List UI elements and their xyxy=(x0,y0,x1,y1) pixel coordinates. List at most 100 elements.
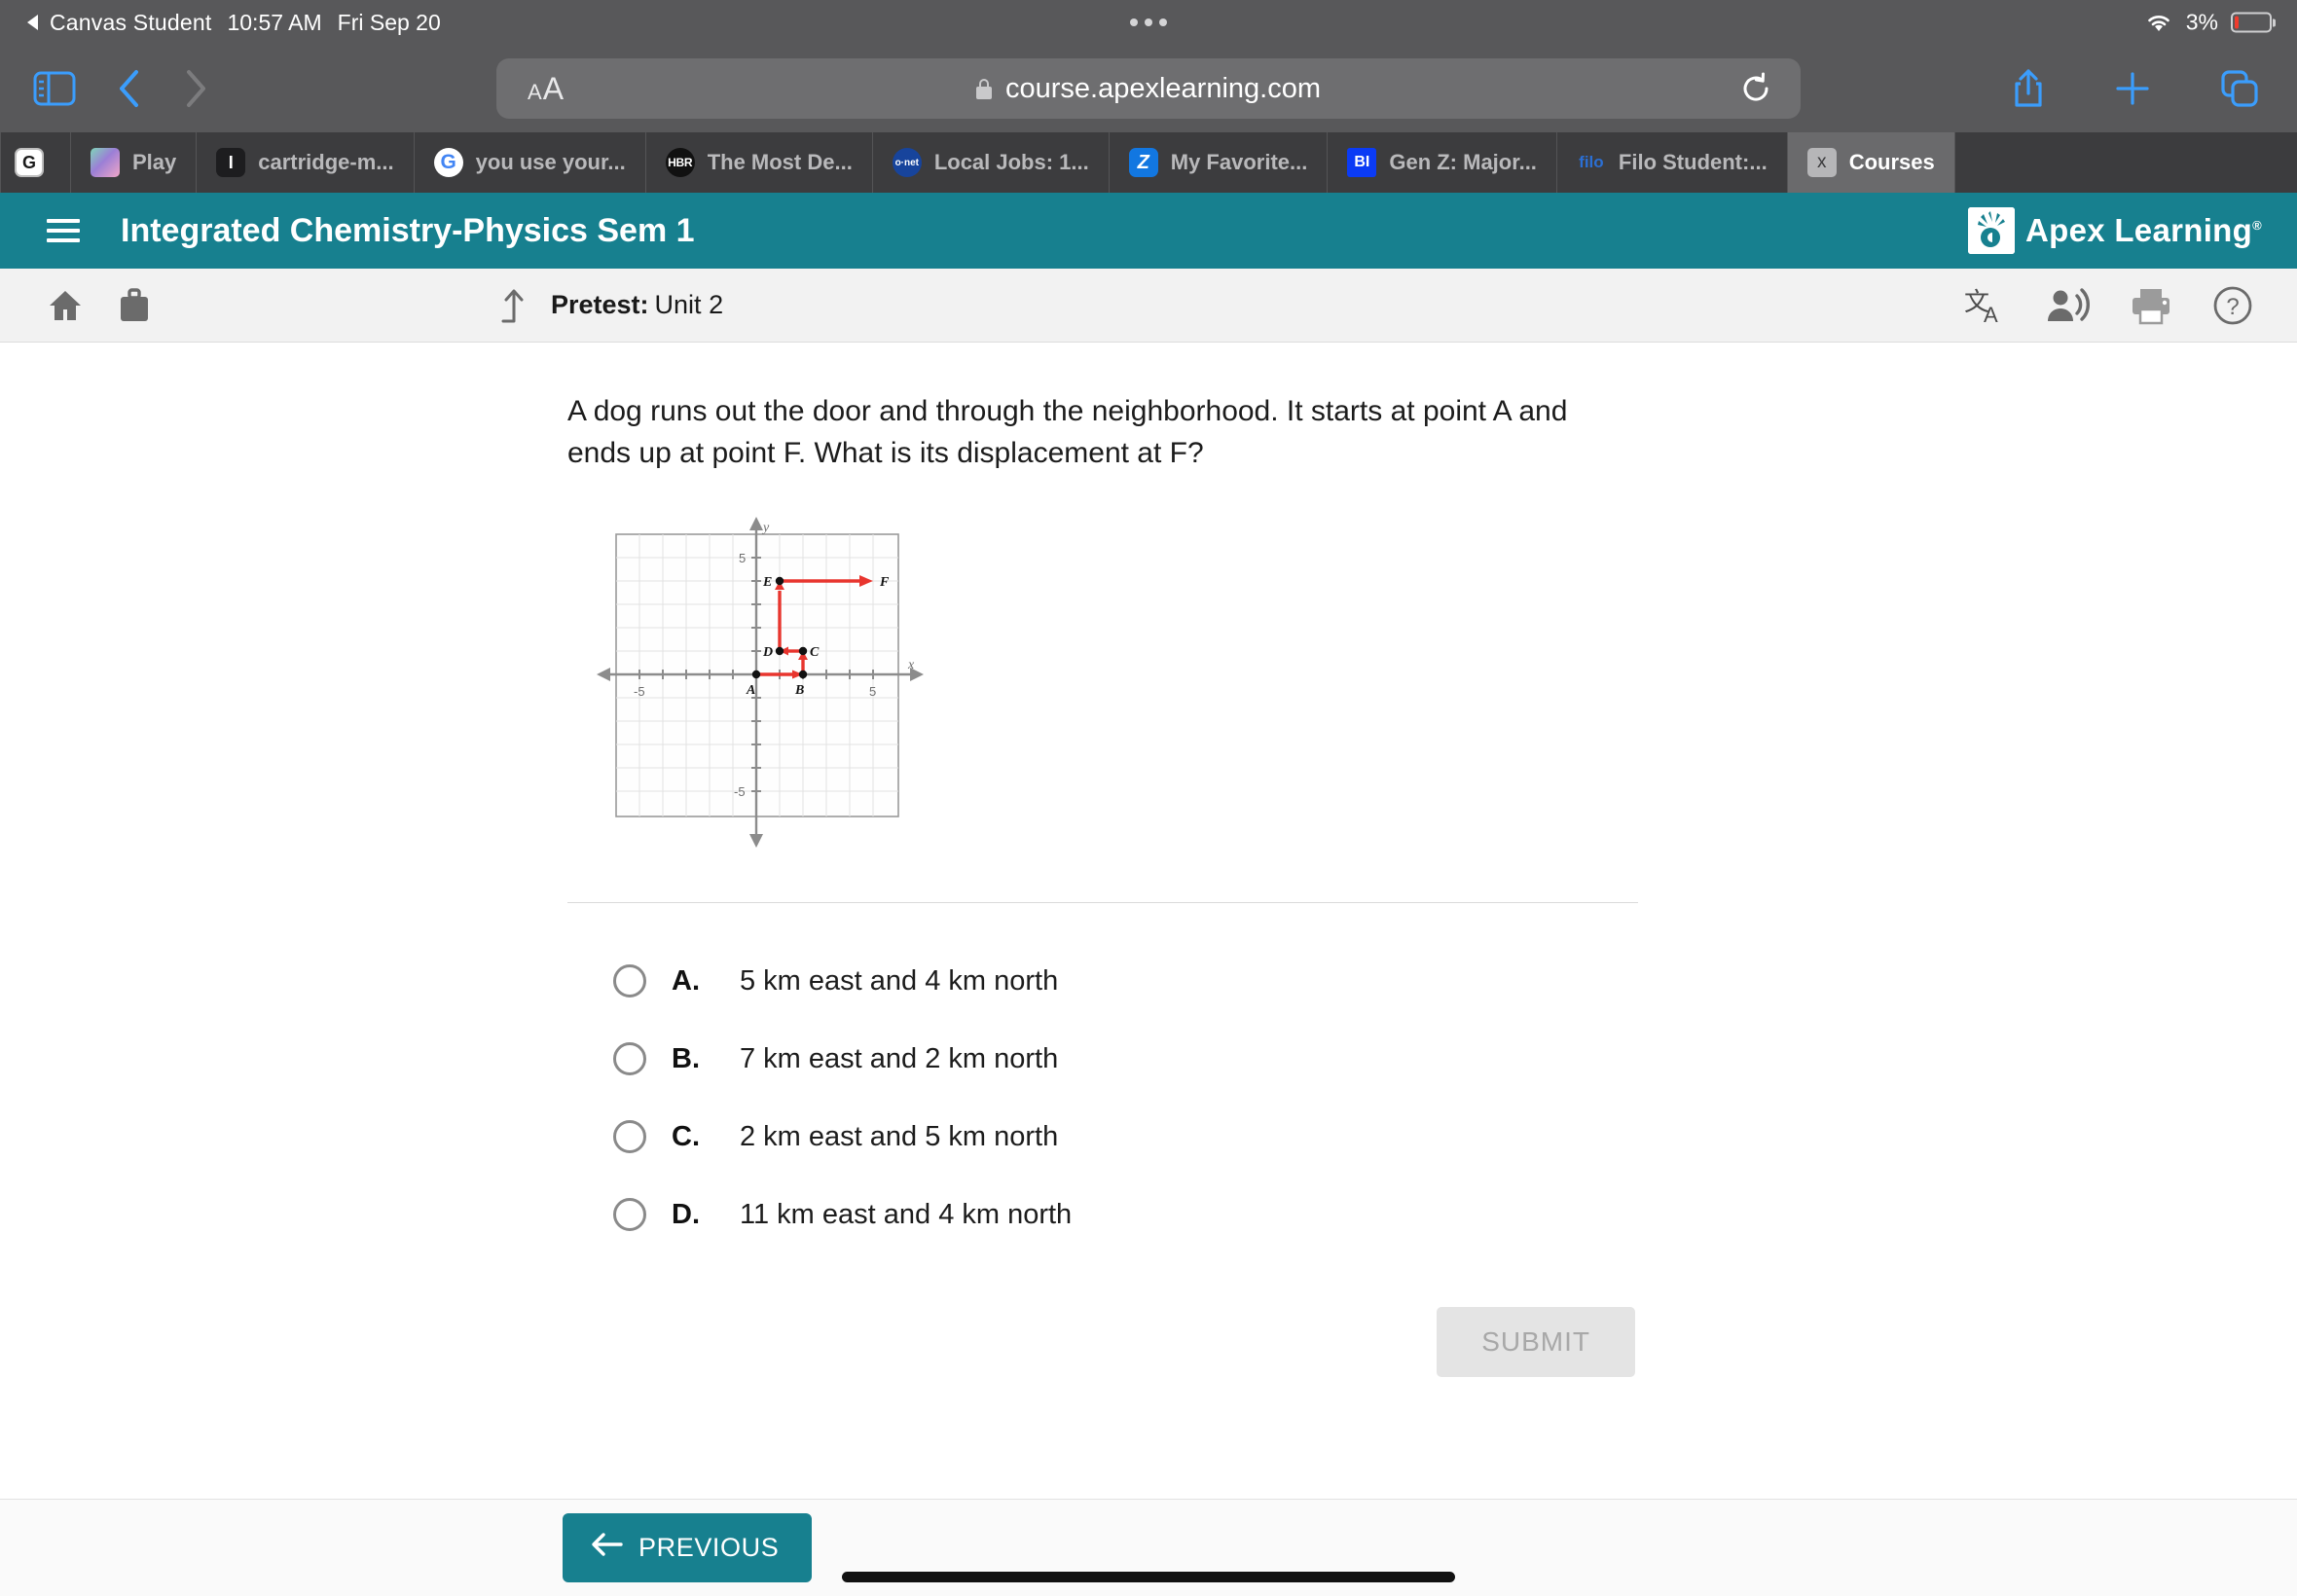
lock-icon xyxy=(975,78,992,99)
browser-tab[interactable]: BI Gen Z: Major... xyxy=(1328,132,1557,193)
choice-text: 2 km east and 5 km north xyxy=(740,1120,1059,1152)
radio-button-b[interactable] xyxy=(613,1042,646,1076)
y-tick-label-5: 5 xyxy=(739,551,746,565)
radio-button-c[interactable] xyxy=(613,1120,646,1154)
answer-choices: A. 5 km east and 4 km north B. 7 km east… xyxy=(613,942,2297,1253)
wifi-icon xyxy=(2147,16,2169,31)
answer-choice-d[interactable]: D. 11 km east and 4 km north xyxy=(613,1176,2297,1253)
google-favicon: G xyxy=(433,148,463,177)
close-tab-icon[interactable]: x xyxy=(1806,148,1837,177)
navigation-footer: PREVIOUS xyxy=(0,1499,2297,1596)
back-to-app-label[interactable]: Canvas Student xyxy=(50,10,211,36)
submit-button[interactable]: SUBMIT xyxy=(1437,1307,1635,1378)
plus-icon[interactable] xyxy=(2114,70,2151,107)
point-label-B: B xyxy=(794,683,804,698)
url-text[interactable]: course.apexlearning.com xyxy=(1005,73,1321,105)
text-size-button[interactable]: AA xyxy=(528,71,564,107)
answer-choice-a[interactable]: A. 5 km east and 4 km north xyxy=(613,942,2297,1020)
browser-tab[interactable]: o·net Local Jobs: 1... xyxy=(873,132,1110,193)
browser-tab[interactable]: G xyxy=(0,132,71,193)
share-icon[interactable] xyxy=(2011,67,2046,110)
activity-toolbar: Pretest: Unit 2 文 A ? xyxy=(0,269,2297,343)
section-divider xyxy=(567,902,1638,904)
choice-letter: D. xyxy=(672,1198,700,1230)
question-text: A dog runs out the door and through the … xyxy=(567,395,1568,469)
status-bar-right: 3% xyxy=(2144,10,2272,36)
status-bar-date: Fri Sep 20 xyxy=(337,9,441,35)
browser-tab[interactable]: G you use your... xyxy=(415,132,646,193)
browser-toolbar: AA course.apexlearning.com xyxy=(0,45,2297,132)
sidebar-toggle-icon[interactable] xyxy=(33,71,76,106)
previous-button[interactable]: PREVIOUS xyxy=(563,1513,813,1582)
ios-status-bar: Canvas Student 10:57 AM Fri Sep 20 3% xyxy=(0,0,2297,45)
grammarly-favicon: G xyxy=(15,148,44,177)
answer-choice-b[interactable]: B. 7 km east and 2 km north xyxy=(613,1020,2297,1098)
svg-text:?: ? xyxy=(2226,294,2239,320)
activity-type-label: Pretest: xyxy=(551,290,649,319)
choice-text: 11 km east and 4 km north xyxy=(740,1198,1073,1230)
y-tick-label-neg5: -5 xyxy=(734,784,746,799)
play-favicon xyxy=(91,148,120,177)
help-icon[interactable]: ? xyxy=(2211,284,2254,327)
brand-name: Apex Learning xyxy=(2024,212,2253,248)
point-label-F: F xyxy=(879,575,890,590)
home-indicator xyxy=(842,1572,1455,1582)
tab-strip: G Play I cartridge-m... G you use your..… xyxy=(0,132,2297,193)
home-icon[interactable] xyxy=(47,288,84,323)
onet-favicon: o·net xyxy=(892,148,922,177)
read-aloud-icon[interactable] xyxy=(2046,286,2091,325)
status-bar-left: Canvas Student 10:57 AM Fri Sep 20 xyxy=(0,10,441,36)
briefcase-icon[interactable] xyxy=(117,287,152,324)
browser-tab[interactable]: Z My Favorite... xyxy=(1110,132,1329,193)
apex-learning-logo: Apex Learning® xyxy=(1967,207,2262,254)
back-to-app-triangle-icon[interactable] xyxy=(27,15,38,30)
point-label-E: E xyxy=(762,575,772,590)
point-C xyxy=(798,646,808,656)
choice-letter: C. xyxy=(672,1120,700,1152)
course-title: Integrated Chemistry-Physics Sem 1 xyxy=(121,211,695,249)
print-icon[interactable] xyxy=(2130,286,2172,325)
browser-tab[interactable]: Play xyxy=(71,132,198,193)
point-label-A: A xyxy=(746,683,755,698)
browser-tab[interactable]: I cartridge-m... xyxy=(197,132,415,193)
filo-favicon: filo xyxy=(1579,153,1604,171)
level-up-arrow-icon[interactable] xyxy=(496,286,529,325)
tab-title: My Favorite... xyxy=(1170,150,1308,174)
tab-title: Filo Student:... xyxy=(1618,150,1768,174)
status-bar-time: 10:57 AM xyxy=(227,9,322,35)
choice-text: 5 km east and 4 km north xyxy=(740,964,1059,997)
point-A xyxy=(751,670,761,679)
y-axis-label: y xyxy=(761,521,770,535)
browser-tab-active[interactable]: x Courses xyxy=(1787,132,1955,193)
tab-title: cartridge-m... xyxy=(258,150,394,174)
point-B xyxy=(798,670,808,679)
activity-name-label: Unit 2 xyxy=(654,290,724,319)
x-tick-label-neg5: -5 xyxy=(634,684,645,699)
translate-icon[interactable]: 文 A xyxy=(1964,285,2007,326)
zillow-favicon: Z xyxy=(1128,148,1158,177)
browser-tab[interactable]: filo Filo Student:... xyxy=(1557,132,1788,193)
tab-title: Courses xyxy=(1848,150,1935,174)
tab-title: Gen Z: Major... xyxy=(1389,150,1537,174)
radio-button-d[interactable] xyxy=(613,1198,646,1232)
business-insider-favicon: BI xyxy=(1347,148,1377,177)
radio-button-a[interactable] xyxy=(613,964,646,998)
chevron-left-icon[interactable] xyxy=(117,68,142,109)
tabs-overview-icon[interactable] xyxy=(2219,68,2260,109)
battery-percent-label: 3% xyxy=(2185,9,2218,35)
address-bar[interactable]: AA course.apexlearning.com xyxy=(496,58,1801,119)
displacement-graph-svg: -5 5 5 -5 y x A B C D E F xyxy=(597,517,924,849)
battery-icon xyxy=(2231,12,2272,33)
hamburger-menu-icon[interactable] xyxy=(47,219,80,242)
x-tick-label-5: 5 xyxy=(869,684,876,699)
previous-button-label: PREVIOUS xyxy=(638,1533,780,1562)
multitask-dots-icon[interactable] xyxy=(1130,18,1167,26)
browser-tab[interactable]: HBR The Most De... xyxy=(646,132,873,193)
arrow-left-icon xyxy=(590,1532,623,1564)
answer-choice-c[interactable]: C. 2 km east and 5 km north xyxy=(613,1098,2297,1176)
coordinate-graph: -5 5 5 -5 y x A B C D E F xyxy=(595,515,2297,855)
apex-learning-logo-icon xyxy=(1967,207,2015,254)
choice-letter: B. xyxy=(672,1042,700,1074)
reload-icon[interactable] xyxy=(1740,72,1771,105)
chevron-right-icon xyxy=(183,68,208,109)
